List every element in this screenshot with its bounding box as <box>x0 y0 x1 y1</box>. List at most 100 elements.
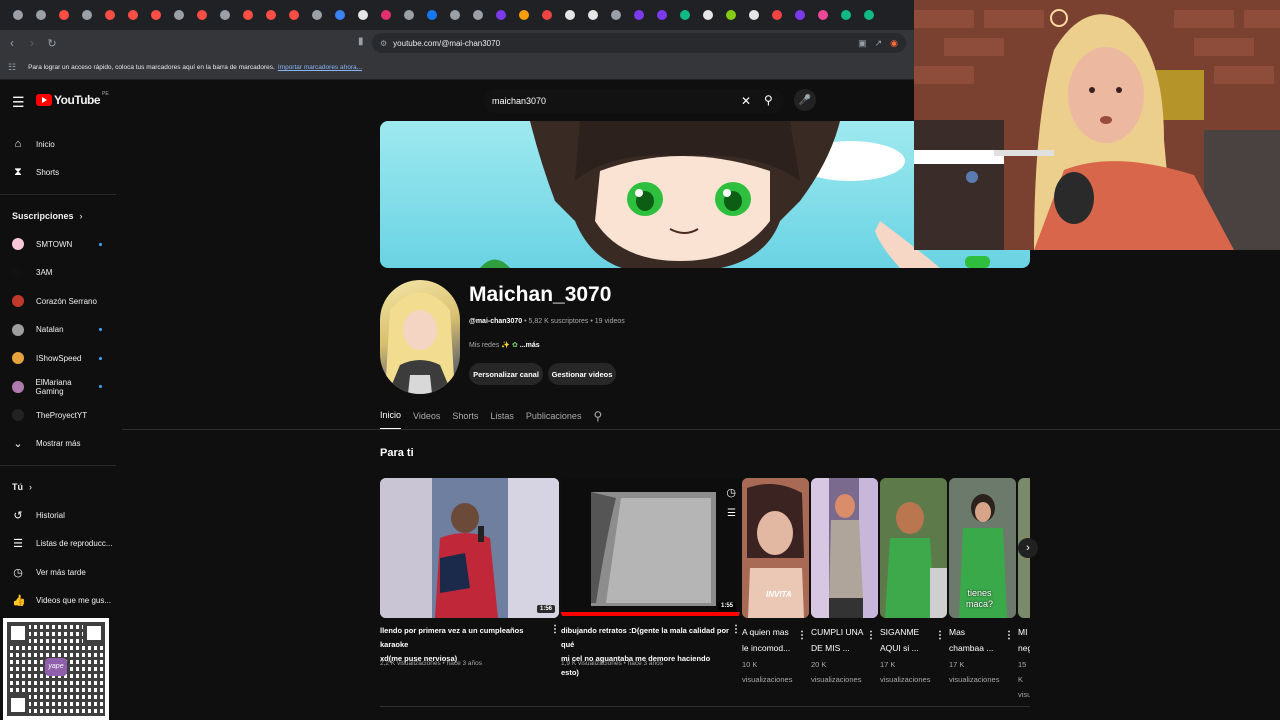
channel-search-icon[interactable]: ⚲ <box>593 402 602 430</box>
browser-tab[interactable] <box>742 0 765 30</box>
browser-tab[interactable] <box>834 0 857 30</box>
you-header[interactable]: Tú › <box>0 473 118 501</box>
browser-tab[interactable] <box>489 0 512 30</box>
more-actions-icon[interactable]: ⋮ <box>866 630 876 641</box>
browser-tab[interactable] <box>52 0 75 30</box>
short-thumbnail[interactable] <box>880 478 947 618</box>
browser-tab[interactable] <box>167 0 190 30</box>
more-actions-icon[interactable]: ⋮ <box>797 630 807 641</box>
extension-icon[interactable]: ◉ <box>890 38 898 49</box>
browser-tab[interactable] <box>121 0 144 30</box>
browser-tab[interactable] <box>75 0 98 30</box>
sidebar-item-inicio[interactable]: ⌂ Inicio <box>0 130 118 159</box>
share-icon[interactable]: ↗ <box>875 38 883 49</box>
back-icon[interactable]: ‹ <box>4 36 20 50</box>
browser-tab[interactable] <box>305 0 328 30</box>
browser-tab[interactable] <box>696 0 719 30</box>
microphone-icon[interactable]: 🎤 <box>794 89 816 111</box>
subscriptions-header[interactable]: Suscripciones › <box>0 202 118 230</box>
browser-tab[interactable] <box>650 0 673 30</box>
browser-tab[interactable] <box>604 0 627 30</box>
browser-tab[interactable] <box>581 0 604 30</box>
more-actions-icon[interactable]: ⋮ <box>1004 630 1014 641</box>
short-thumbnail[interactable]: INVITA <box>742 478 809 618</box>
browser-tab[interactable] <box>282 0 305 30</box>
browser-tab[interactable] <box>98 0 121 30</box>
short-title[interactable]: A quien mas le incomod... <box>742 624 798 656</box>
more-actions-icon[interactable]: ⋮ <box>731 624 741 635</box>
sidebar-item-subscription[interactable]: Corazón Serrano <box>0 287 118 316</box>
sidebar-item-subscription[interactable]: TheProyectYT <box>0 401 118 430</box>
tab-videos[interactable]: Videos <box>413 402 440 430</box>
clear-search-icon[interactable]: ✕ <box>741 94 751 108</box>
import-bookmarks-link[interactable]: Importar marcadores ahora... <box>278 64 362 71</box>
tab-inicio[interactable]: Inicio <box>380 402 402 430</box>
tab-listas[interactable]: Listas <box>490 402 514 430</box>
sidebar-item-subscription[interactable]: 3AM <box>0 259 118 288</box>
forward-icon[interactable]: › <box>24 36 40 50</box>
channel-avatar[interactable] <box>380 280 460 394</box>
short-title[interactable]: Mas chambaa ... <box>949 624 1005 656</box>
sidebar-item-subscription[interactable]: SMTOWN <box>0 230 118 259</box>
browser-tab[interactable] <box>236 0 259 30</box>
reload-icon[interactable]: ↻ <box>44 37 60 50</box>
browser-tab[interactable] <box>259 0 282 30</box>
customize-channel-button[interactable]: Personalizar canal <box>469 363 543 385</box>
manage-videos-button[interactable]: Gestionar videos <box>548 363 616 385</box>
sidebar-item-historial[interactable]: ↺ Historial <box>0 501 118 530</box>
sidebar-item-watch-later[interactable]: ◷ Ver más tarde <box>0 558 118 587</box>
short-title[interactable]: SIGANME AQUI si ... <box>880 624 936 656</box>
site-info-icon[interactable]: ⚙ <box>380 39 387 48</box>
browser-tab[interactable] <box>719 0 742 30</box>
watch-later-icon[interactable]: ◷ <box>726 486 736 499</box>
address-bar[interactable]: ⚙ youtube.com/@mai-chan3070 ▣ ↗ ◉ <box>372 33 906 53</box>
browser-tab[interactable] <box>144 0 167 30</box>
video-thumbnail[interactable]: ◷ ☰ 1:55 <box>561 478 740 618</box>
browser-tab[interactable] <box>788 0 811 30</box>
browser-tab[interactable] <box>190 0 213 30</box>
video-thumbnail[interactable]: 1:56 <box>380 478 559 618</box>
apps-icon[interactable]: ☷ <box>8 62 16 73</box>
bookmark-icon[interactable]: ▮ <box>358 36 364 47</box>
sidebar-item-subscription[interactable]: ElMariana Gaming <box>0 373 118 402</box>
browser-tab[interactable] <box>627 0 650 30</box>
carousel-next-button[interactable]: › <box>1018 538 1038 558</box>
short-thumbnail[interactable]: tienes maca? <box>949 478 1016 618</box>
channel-description[interactable]: Mis redes ✨ ✿ ...más <box>469 341 540 349</box>
browser-tab[interactable] <box>328 0 351 30</box>
browser-tab[interactable] <box>512 0 535 30</box>
browser-tab[interactable] <box>535 0 558 30</box>
more-link[interactable]: ...más <box>520 342 540 349</box>
browser-tab[interactable] <box>466 0 489 30</box>
sidebar-item-subscription[interactable]: Natalan <box>0 316 118 345</box>
more-actions-icon[interactable]: ⋮ <box>550 624 560 635</box>
browser-tab[interactable] <box>811 0 834 30</box>
browser-tab[interactable] <box>673 0 696 30</box>
short-thumbnail[interactable] <box>811 478 878 618</box>
menu-icon[interactable]: ☰ <box>12 94 25 111</box>
short-title[interactable]: MI I neg <box>1018 624 1030 656</box>
browser-tab[interactable] <box>374 0 397 30</box>
add-to-queue-icon[interactable]: ☰ <box>727 508 736 519</box>
browser-tab[interactable] <box>29 0 52 30</box>
short-title[interactable]: CUMPLI UNA DE MIS ... <box>811 624 867 656</box>
browser-tab[interactable] <box>765 0 788 30</box>
search-icon[interactable]: ⚲ <box>764 93 773 107</box>
youtube-logo[interactable]: YouTube PE <box>36 91 109 107</box>
video-title[interactable]: dibujando retratos :D(gente la mala cali… <box>561 624 729 680</box>
browser-tab[interactable] <box>351 0 374 30</box>
browser-tab[interactable] <box>397 0 420 30</box>
sidebar-item-liked-videos[interactable]: 👍 Videos que me gus... <box>0 587 118 616</box>
browser-tab[interactable] <box>558 0 581 30</box>
browser-tab[interactable] <box>420 0 443 30</box>
search-input[interactable]: maichan3070 ✕ ⚲ <box>484 89 784 113</box>
more-actions-icon[interactable]: ⋮ <box>935 630 945 641</box>
browser-tab[interactable] <box>6 0 29 30</box>
browser-tab[interactable] <box>857 0 880 30</box>
tab-publicaciones[interactable]: Publicaciones <box>526 402 582 430</box>
sidebar-item-playlists[interactable]: ☰ Listas de reproducc... <box>0 530 118 559</box>
sidebar-item-shorts[interactable]: ⧗ Shorts <box>0 159 118 188</box>
tab-shorts[interactable]: Shorts <box>452 402 478 430</box>
show-more-button[interactable]: ⌄ Mostrar más <box>0 430 118 459</box>
cast-icon[interactable]: ▣ <box>858 38 867 49</box>
